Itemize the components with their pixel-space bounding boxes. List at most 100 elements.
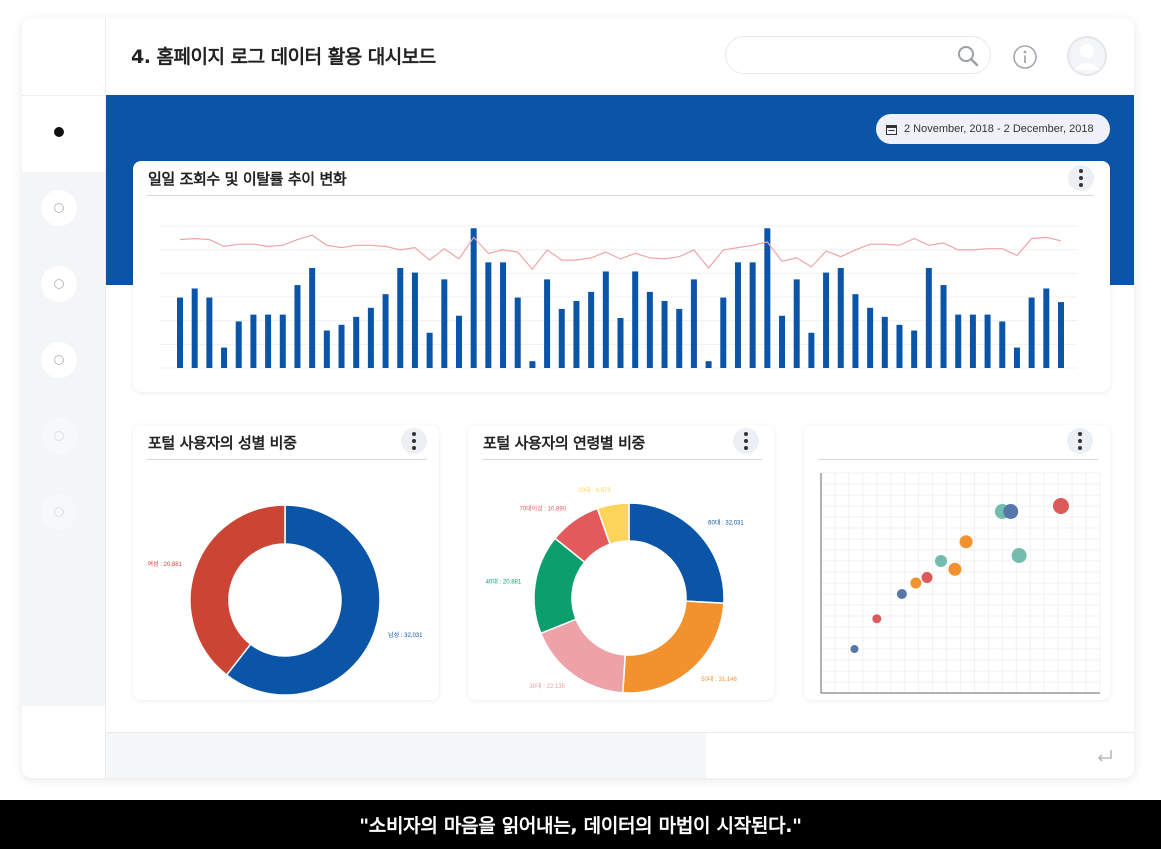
sidebar-item-6[interactable] <box>41 494 77 530</box>
dot-icon <box>54 127 64 137</box>
pageview-bar <box>764 228 771 368</box>
circle-icon <box>54 431 64 441</box>
pageview-bar <box>573 300 580 368</box>
sidebar-item-4[interactable] <box>41 342 77 378</box>
pageview-bar <box>470 228 477 368</box>
pageview-bar <box>544 279 551 368</box>
pageview-bar <box>705 361 712 368</box>
sidebar-item-3[interactable] <box>41 266 77 302</box>
pageview-bar <box>294 285 301 368</box>
sidebar-item-2[interactable] <box>41 190 77 226</box>
sidebar-footer <box>22 706 106 778</box>
info-icon[interactable] <box>1012 44 1038 70</box>
trend-card: 일일 조회수 및 이탈률 추이 변화 <box>133 161 1110 392</box>
trend-chart <box>160 225 1077 369</box>
gender-donut-chart: 남성 : 32,031 여성 : 20,881 <box>148 504 423 696</box>
pageview-bar <box>455 315 462 368</box>
pageview-bar <box>779 315 786 368</box>
sidebar <box>22 96 106 706</box>
header: 4. 홈페이지 로그 데이터 활용 대시보드 <box>106 18 1134 95</box>
pageview-bar <box>1028 297 1035 368</box>
search-input[interactable] <box>742 46 946 63</box>
pageview-bar <box>896 324 903 368</box>
pageview-bar <box>617 318 624 368</box>
pageview-bar <box>206 297 213 368</box>
pageview-bar <box>411 272 418 368</box>
pageview-bar <box>925 268 932 368</box>
pageview-bar <box>382 294 389 368</box>
slice-label: 20대 : 6,673 <box>578 486 611 494</box>
avatar[interactable] <box>1067 36 1107 76</box>
slice-label: 50대 : 31,146 <box>701 675 737 683</box>
sidebar-item-1[interactable] <box>41 114 77 150</box>
pageview-bar <box>940 285 947 368</box>
pageview-bar <box>588 291 595 368</box>
sidebar-logo-area <box>22 18 106 96</box>
scatter-point <box>896 589 907 599</box>
pageview-bar <box>426 332 433 368</box>
pageview-bar <box>676 308 683 368</box>
pageview-bar <box>999 321 1006 368</box>
pageview-bar <box>734 262 741 368</box>
search-icon[interactable] <box>956 44 980 68</box>
age-card: 포털 사용자의 연령별 비중 60대 : 32,031 50대 : 31,146 3… <box>468 425 774 700</box>
dashboard-window: 4. 홈페이지 로그 데이터 활용 대시보드 2 November, 2018 … <box>22 18 1134 778</box>
enter-icon[interactable] <box>1096 747 1114 765</box>
pageview-bar <box>235 321 242 368</box>
pageview-bar <box>221 347 228 368</box>
pageview-bar <box>191 288 198 368</box>
pageview-bar <box>749 262 756 368</box>
pageview-bar <box>338 324 345 368</box>
sidebar-item-5[interactable] <box>41 418 77 454</box>
date-range-picker[interactable]: 2 November, 2018 - 2 December, 2018 <box>876 114 1110 144</box>
slice-label: 남성 : 32,031 <box>388 631 423 639</box>
page-title: 4. 홈페이지 로그 데이터 활용 대시보드 <box>131 46 436 68</box>
pageview-bar <box>279 314 286 368</box>
pageview-bar <box>823 272 830 368</box>
pageview-bar <box>720 297 727 368</box>
caption-text: "소비자의 마음을 읽어내는, 데이터의 마법이 시작된다." <box>359 815 802 837</box>
pageview-bar <box>397 268 404 368</box>
pageview-bar <box>529 361 536 368</box>
gender-card: 포털 사용자의 성별 비중 남성 : 32,031 여성 : 20,881 <box>133 425 439 700</box>
pageview-bar <box>500 262 507 368</box>
circle-icon <box>54 279 64 289</box>
pageview-bar <box>911 330 918 368</box>
circle-icon <box>54 355 64 365</box>
pageview-bar <box>1013 347 1020 368</box>
pageview-bar <box>485 262 492 368</box>
slice-label: 30대 : 22,135 <box>529 682 565 690</box>
scatter-point <box>959 535 973 549</box>
pageview-bar <box>514 297 521 368</box>
date-range-text: 2 November, 2018 - 2 December, 2018 <box>904 123 1094 135</box>
pageview-bar <box>265 314 272 368</box>
circle-icon <box>54 203 64 213</box>
scatter-point <box>1003 504 1019 519</box>
calendar-icon <box>886 124 897 135</box>
scatter-point <box>948 562 962 576</box>
pageview-bar <box>690 279 697 368</box>
user-icon <box>1067 36 1107 76</box>
slice-label: 40대 : 20,881 <box>486 577 522 585</box>
scatter-point <box>921 572 933 583</box>
scatter-chart <box>820 472 1101 694</box>
scatter-point <box>1052 498 1069 514</box>
pageview-bar <box>602 271 609 368</box>
pageview-bar <box>646 291 653 368</box>
pageview-bar <box>793 279 800 368</box>
scatter-card <box>804 425 1110 700</box>
donut-slice <box>628 502 725 605</box>
age-donut-chart: 60대 : 32,031 50대 : 31,146 30대 : 22,135 40대 … <box>486 486 744 694</box>
pageview-bar <box>632 271 639 368</box>
pageview-bar <box>969 314 976 368</box>
caption-bar: "소비자의 마음을 읽어내는, 데이터의 마법이 시작된다." <box>0 800 1161 849</box>
footer-input-area[interactable] <box>106 733 706 778</box>
circle-icon <box>54 507 64 517</box>
pageview-bar <box>808 332 815 368</box>
donut-slice <box>539 618 627 694</box>
pageview-bar <box>353 316 360 368</box>
pageview-bar <box>955 314 962 368</box>
pageview-bar <box>558 308 565 368</box>
pageview-bar <box>984 314 991 368</box>
search-box[interactable] <box>725 36 991 74</box>
